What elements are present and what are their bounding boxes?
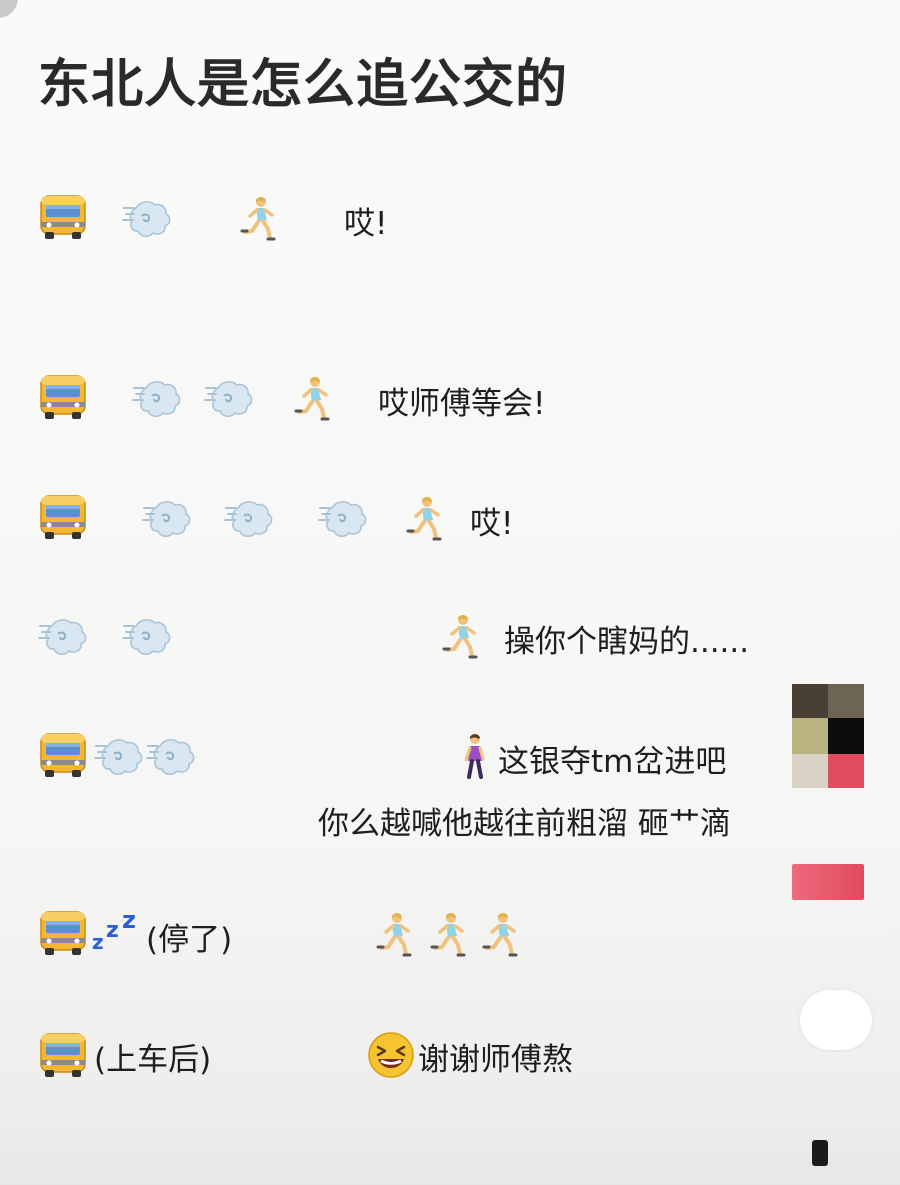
bus-icon bbox=[38, 372, 88, 422]
row5-text: 这银夺tm岔进吧 bbox=[498, 744, 727, 780]
bus-icon bbox=[38, 1030, 88, 1080]
dash-cloud-icon bbox=[132, 374, 182, 424]
running-woman-icon bbox=[234, 194, 284, 244]
bottom-bar bbox=[0, 1120, 900, 1185]
dash-cloud-icon bbox=[122, 612, 172, 662]
running-woman-icon bbox=[424, 910, 474, 960]
page-title: 东北人是怎么追公交的 bbox=[38, 55, 569, 115]
dash-cloud-icon bbox=[94, 732, 144, 782]
more-button[interactable] bbox=[812, 1140, 828, 1166]
laughing-face-icon bbox=[366, 1030, 416, 1080]
dash-cloud-icon bbox=[142, 494, 192, 544]
row7-text: (上车后) bbox=[94, 1042, 212, 1078]
sleeping-zzz-icon: z bbox=[92, 930, 104, 954]
bus-icon bbox=[38, 192, 88, 242]
row4-text: 操你个瞎妈的...... bbox=[504, 624, 750, 660]
dash-cloud-icon bbox=[318, 494, 368, 544]
row7-text-2: 谢谢师傅熬 bbox=[418, 1042, 573, 1078]
video-thumbnail[interactable] bbox=[792, 684, 864, 788]
bus-icon bbox=[38, 730, 88, 780]
dash-cloud-icon bbox=[224, 494, 274, 544]
bus-icon bbox=[38, 908, 88, 958]
row5-text-line2: 你么越喊他越往前粗溜 砸艹滴 bbox=[318, 806, 731, 842]
row6-text: (停了) bbox=[146, 922, 233, 958]
row2-text: 哎师傅等会! bbox=[378, 386, 546, 422]
comment-button[interactable] bbox=[800, 990, 872, 1050]
bus-icon bbox=[38, 492, 88, 542]
like-button[interactable] bbox=[792, 864, 864, 900]
running-woman-icon bbox=[436, 612, 486, 662]
dash-cloud-icon bbox=[38, 612, 88, 662]
sleeping-zzz-icon-3: z bbox=[122, 906, 136, 934]
running-woman-icon bbox=[400, 494, 450, 544]
running-woman-icon bbox=[288, 374, 338, 424]
dash-cloud-icon bbox=[204, 374, 254, 424]
running-woman-icon bbox=[370, 910, 420, 960]
dash-cloud-icon bbox=[146, 732, 196, 782]
page-background bbox=[0, 0, 900, 1185]
row3-text: 哎! bbox=[470, 506, 514, 542]
row1-text: 哎! bbox=[344, 206, 388, 242]
walking-woman-icon bbox=[450, 732, 500, 782]
dash-cloud-icon bbox=[122, 194, 172, 244]
running-woman-icon bbox=[476, 910, 526, 960]
sleeping-zzz-icon-2: z bbox=[106, 918, 119, 943]
